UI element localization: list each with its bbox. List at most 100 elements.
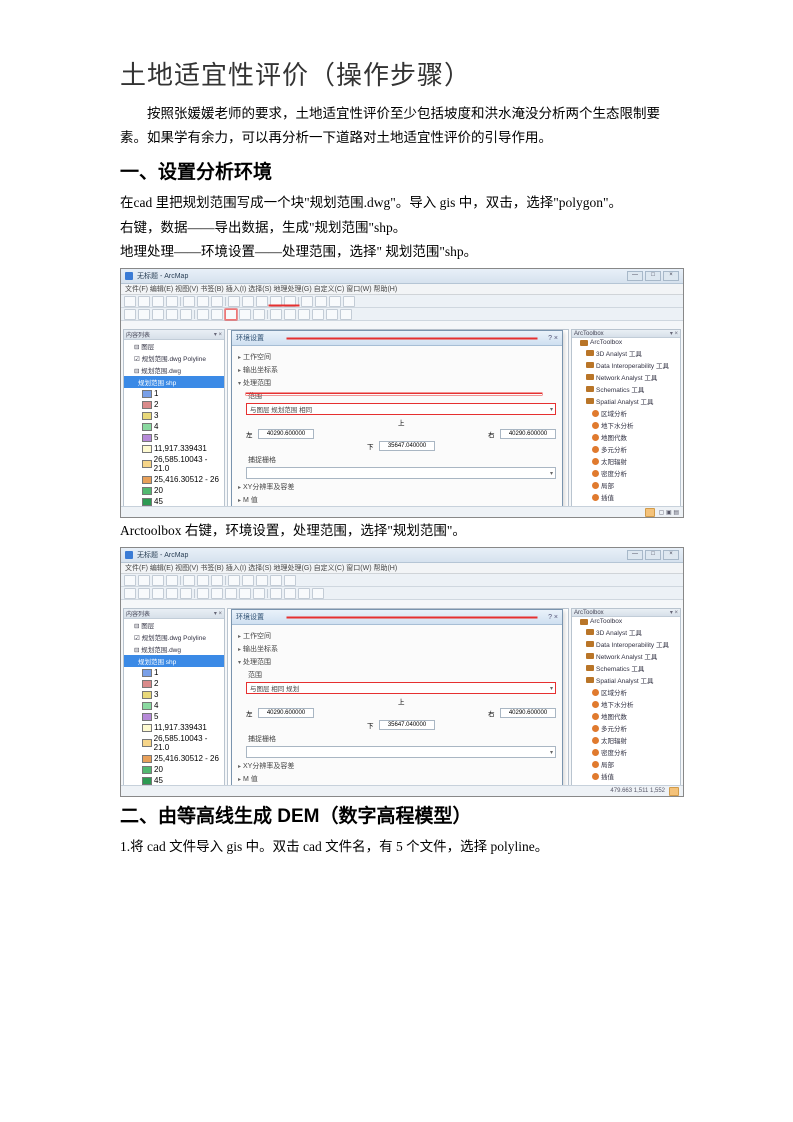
toolbox-folder[interactable]: Schematics 工具: [572, 383, 680, 395]
toc-header: 内容列表▾ ×: [124, 330, 224, 340]
intro-paragraph: 按照张媛媛老师的要求，土地适宜性评价至少包括坡度和洪水淹没分析两个生态限制要素。…: [120, 102, 683, 151]
toc-layer[interactable]: ☑ 规划范围.dwg Polyline: [124, 631, 224, 643]
toolbox-item[interactable]: 插值: [572, 770, 680, 782]
snap-raster-combo[interactable]: [246, 746, 556, 758]
toolbox-item[interactable]: 多元分析: [572, 443, 680, 455]
toolbox-folder[interactable]: Schematics 工具: [572, 662, 680, 674]
extent-combo[interactable]: 与图层 相同 规划: [246, 682, 556, 694]
section1-p2: 右键，数据——导出数据，生成"规划范围"shp。: [120, 217, 683, 240]
screenshot-arcmap-env-settings-1: 无标题 - ArcMap — □ × 文件(F) 编辑(E) 视图(V) 书签(…: [120, 268, 684, 518]
toolbox-folder[interactable]: Spatial Analyst 工具: [572, 395, 680, 407]
dlg-section-processing-extent[interactable]: 处理范围: [238, 376, 556, 389]
ext-bottom-input[interactable]: 35647.040000: [379, 441, 435, 451]
minimize-button[interactable]: —: [627, 271, 643, 281]
toolbox-item[interactable]: 区域分析: [572, 686, 680, 698]
section2-heading: 二、由等高线生成 DEM（数字高程模型）: [120, 801, 683, 828]
toolbox-item[interactable]: 区域分析: [572, 407, 680, 419]
toolbar-1[interactable]: [121, 295, 683, 308]
toolbox-root[interactable]: ArcToolbox: [572, 617, 680, 626]
toolbox-folder[interactable]: Spatial Analyst 工具: [572, 674, 680, 686]
toc-layer-selected[interactable]: 规划范围 shp: [124, 376, 224, 388]
status-icon: [645, 508, 655, 517]
menubar[interactable]: 文件(F) 编辑(E) 视图(V) 书签(B) 插入(I) 选择(S) 地理处理…: [121, 284, 683, 295]
toolbox-item[interactable]: 地图代数: [572, 431, 680, 443]
page-title: 土地适宜性评价（操作步骤）: [120, 55, 683, 92]
toolbar-2[interactable]: [121, 308, 683, 321]
dlg-section[interactable]: 输出坐标系: [238, 363, 556, 376]
toolbox-item[interactable]: 太阳辐射: [572, 455, 680, 467]
screenshot-arcmap-env-settings-2: 无标题 - ArcMap — □ × 文件(F) 编辑(E) 视图(V) 书签(…: [120, 547, 684, 797]
statusbar: 479.663 1,511 1,552: [121, 785, 683, 796]
arctoolbox-panel[interactable]: ArcToolbox▾ × ArcToolbox 3D Analyst 工具 D…: [571, 608, 681, 786]
close-button[interactable]: ×: [663, 550, 679, 560]
toc-layer[interactable]: ⊟ 图层: [124, 340, 224, 352]
environment-settings-dialog: 环境设置? × 工作空间 输出坐标系 处理范围 范围 与图层 规划范围 相同 上…: [231, 330, 563, 518]
menubar[interactable]: 文件(F) 编辑(E) 视图(V) 书签(B) 插入(I) 选择(S) 地理处理…: [121, 563, 683, 574]
highlighted-tool-button[interactable]: [225, 309, 237, 320]
dlg-section[interactable]: M 值: [238, 772, 556, 785]
caption-after-shot1: Arctoolbox 右键，环境设置，处理范围，选择"规划范围"。: [120, 520, 683, 543]
dlg-section[interactable]: 工作空间: [238, 350, 556, 363]
dlg-section[interactable]: 输出坐标系: [238, 642, 556, 655]
toolbox-item[interactable]: 地下水分析: [572, 698, 680, 710]
toolbox-item[interactable]: 多元分析: [572, 722, 680, 734]
section1-heading: 一、设置分析环境: [120, 157, 683, 184]
window-title: 无标题 - ArcMap: [137, 550, 188, 560]
close-button[interactable]: ×: [663, 271, 679, 281]
dialog-title: 环境设置: [236, 333, 264, 343]
dlg-section[interactable]: XY分辨率及容差: [238, 480, 556, 493]
dlg-section[interactable]: M 值: [238, 493, 556, 506]
section1-p1: 在cad 里把规划范围写成一个块"规划范围.dwg"。导入 gis 中，双击，选…: [120, 192, 683, 215]
toolbox-item[interactable]: 地下水分析: [572, 419, 680, 431]
table-of-contents-panel[interactable]: 内容列表▾ × ⊟ 图层 ☑ 规划范围.dwg Polyline ⊟ 规划范围.…: [123, 608, 225, 786]
toolbox-root[interactable]: ArcToolbox: [572, 338, 680, 347]
map-canvas[interactable]: 环境设置? × 工作空间 输出坐标系 处理范围 范围 与图层 相同 规划 上 左…: [227, 608, 569, 786]
dlg-section-processing-extent[interactable]: 处理范围: [238, 655, 556, 668]
toolbar-1[interactable]: [121, 574, 683, 587]
toolbox-item[interactable]: 密度分析: [572, 467, 680, 479]
status-text: ▢ ▣ ▤: [659, 509, 679, 516]
ext-bottom-input[interactable]: 35647.040000: [379, 720, 435, 730]
toc-layer-selected[interactable]: 规划范围 shp: [124, 655, 224, 667]
dlg-snap-raster: 捕捉栅格: [238, 453, 556, 466]
toolbox-item[interactable]: 密度分析: [572, 746, 680, 758]
maximize-button[interactable]: □: [645, 271, 661, 281]
toolbar-2[interactable]: [121, 587, 683, 600]
ext-left-input[interactable]: 40290.600000: [258, 429, 314, 439]
toolbox-folder[interactable]: 3D Analyst 工具: [572, 347, 680, 359]
window-title: 无标题 - ArcMap: [137, 271, 188, 281]
dlg-label-extent: 范围: [238, 389, 556, 402]
dlg-section[interactable]: 工作空间: [238, 629, 556, 642]
toc-layer[interactable]: ⊟ 规划范围.dwg: [124, 643, 224, 655]
ext-right-input[interactable]: 40290.600000: [500, 708, 556, 718]
arctoolbox-header: ArcToolbox▾ ×: [572, 330, 680, 338]
toolbox-folder[interactable]: 3D Analyst 工具: [572, 626, 680, 638]
map-canvas[interactable]: 环境设置? × 工作空间 输出坐标系 处理范围 范围 与图层 规划范围 相同 上…: [227, 329, 569, 507]
toc-layer[interactable]: ⊟ 图层: [124, 619, 224, 631]
dlg-snap-raster: 捕捉栅格: [238, 732, 556, 745]
toolbox-item[interactable]: 太阳辐射: [572, 734, 680, 746]
toc-layer[interactable]: ☑ 规划范围.dwg Polyline: [124, 352, 224, 364]
toolbox-item[interactable]: 插值: [572, 491, 680, 503]
toc-layer[interactable]: ⊟ 规划范围.dwg: [124, 364, 224, 376]
minimize-button[interactable]: —: [627, 550, 643, 560]
table-of-contents-panel[interactable]: 内容列表▾ × ⊟ 图层 ☑ 规划范围.dwg Polyline ⊟ 规划范围.…: [123, 329, 225, 507]
toolbox-item[interactable]: 局部: [572, 479, 680, 491]
snap-raster-combo[interactable]: [246, 467, 556, 479]
toolbox-folder[interactable]: Data Interoperability 工具: [572, 638, 680, 650]
ext-left-input[interactable]: 40290.600000: [258, 708, 314, 718]
environment-settings-dialog: 环境设置? × 工作空间 输出坐标系 处理范围 范围 与图层 相同 规划 上 左…: [231, 609, 563, 797]
toolbox-folder[interactable]: Network Analyst 工具: [572, 650, 680, 662]
maximize-button[interactable]: □: [645, 550, 661, 560]
dlg-section[interactable]: XY分辨率及容差: [238, 759, 556, 772]
toolbox-folder[interactable]: Data Interoperability 工具: [572, 359, 680, 371]
statusbar: ▢ ▣ ▤: [121, 506, 683, 517]
section1-p3: 地理处理——环境设置——处理范围，选择" 规划范围"shp。: [120, 241, 683, 264]
toolbox-item[interactable]: 局部: [572, 758, 680, 770]
arctoolbox-panel[interactable]: ArcToolbox▾ × ArcToolbox 3D Analyst 工具 D…: [571, 329, 681, 507]
dlg-label-extent: 范围: [238, 668, 556, 681]
ext-right-input[interactable]: 40290.600000: [500, 429, 556, 439]
toolbox-folder[interactable]: Network Analyst 工具: [572, 371, 680, 383]
toolbox-item[interactable]: 地图代数: [572, 710, 680, 722]
extent-combo[interactable]: 与图层 规划范围 相同: [246, 403, 556, 415]
